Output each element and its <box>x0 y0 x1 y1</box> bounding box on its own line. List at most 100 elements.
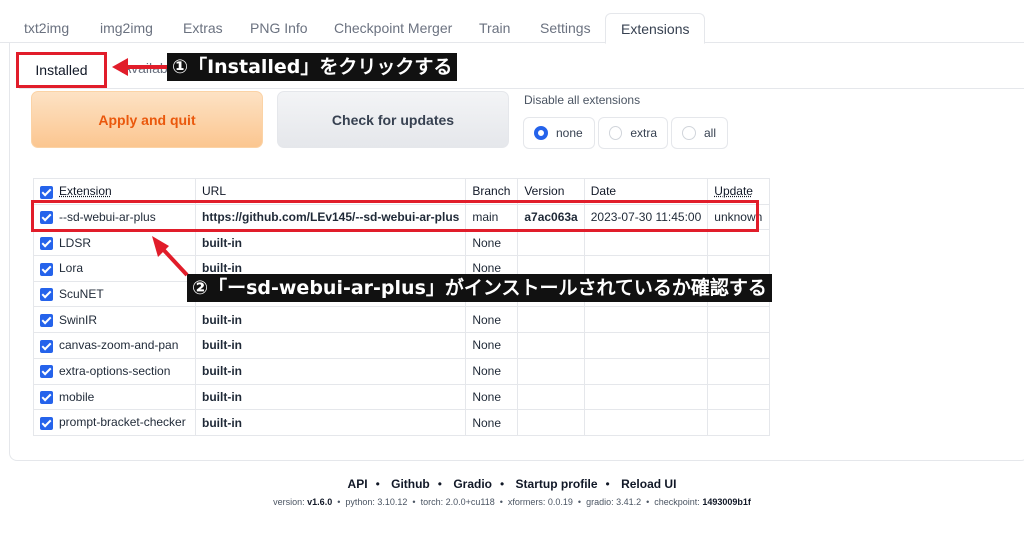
checkbox-checked-icon[interactable] <box>40 339 53 353</box>
radio-all[interactable]: all <box>671 117 728 149</box>
cell-branch: None <box>465 229 519 257</box>
cell-url: built-in <box>194 357 467 385</box>
cell-date <box>583 306 709 334</box>
cell-extension: Lora <box>33 255 196 282</box>
footer-link-reload-ui[interactable]: Reload UI <box>621 477 676 491</box>
footer-version-info: version: v1.6.0 • python: 3.10.12 • torc… <box>273 497 751 507</box>
checkbox-checked-icon[interactable] <box>40 185 53 199</box>
torch-version: torch: 2.0.0+cu118 <box>420 497 495 507</box>
cell-extension: LDSR <box>33 229 196 257</box>
table-row: extra-options-section built-in None <box>33 357 771 385</box>
cell-date <box>583 383 709 411</box>
tab-extensions[interactable]: Extensions <box>605 13 706 44</box>
footer-link-api[interactable]: API <box>348 477 368 491</box>
cell-branch: None <box>465 409 519 436</box>
annotation-step-1: ①「Installed」をクリックする <box>167 53 458 81</box>
tab-installed[interactable]: Installed <box>16 52 107 88</box>
cell-date <box>583 229 709 257</box>
cell-update <box>707 383 771 411</box>
cell-version <box>517 332 585 359</box>
checkbox-checked-icon[interactable] <box>40 288 53 302</box>
table-row: LDSR built-in None <box>33 229 771 257</box>
tab-png-info[interactable]: PNG Info <box>250 20 308 36</box>
header-label: Extension <box>59 184 112 199</box>
cell-version <box>517 357 585 385</box>
extension-name: extra-options-section <box>59 363 171 378</box>
cell-update <box>707 229 771 257</box>
extension-name: SwinIR <box>59 312 98 327</box>
annotation-step-2: ②「ーsd-webui-ar-plus」がインストールされているか確認する <box>187 274 772 302</box>
cell-branch: None <box>465 306 519 334</box>
checkbox-checked-icon[interactable] <box>40 262 53 276</box>
checkbox-checked-icon[interactable] <box>40 236 53 250</box>
tab-txt2img[interactable]: txt2img <box>24 20 69 36</box>
check-for-updates-button[interactable]: Check for updates <box>277 91 509 148</box>
cell-branch: None <box>465 332 519 359</box>
table-row: prompt-bracket-checker built-in None <box>33 409 771 436</box>
cell-url: built-in <box>194 409 467 436</box>
radio-label: extra <box>630 126 657 140</box>
extension-name: prompt-bracket-checker <box>59 415 186 430</box>
tab-train[interactable]: Train <box>479 20 510 36</box>
footer-link-gradio[interactable]: Gradio <box>453 477 492 491</box>
highlight-box <box>31 200 759 232</box>
checkbox-checked-icon[interactable] <box>40 365 53 379</box>
cell-version <box>517 383 585 411</box>
checkbox-checked-icon[interactable] <box>40 313 53 327</box>
cell-update <box>707 332 771 359</box>
cell-extension: mobile <box>33 383 196 411</box>
cell-version <box>517 306 585 334</box>
table-row: SwinIR built-in None <box>33 306 771 334</box>
main-tab-bar: txt2img img2img Extras PNG Info Checkpoi… <box>0 0 1024 44</box>
tab-settings[interactable]: Settings <box>540 20 591 36</box>
checkbox-checked-icon[interactable] <box>40 391 53 404</box>
checkbox-checked-icon[interactable] <box>40 416 53 430</box>
radio-selected-icon <box>534 126 548 140</box>
footer-link-startup-profile[interactable]: Startup profile <box>516 477 598 491</box>
cell-extension: extra-options-section <box>33 357 196 385</box>
extension-name: canvas-zoom-and-pan <box>59 338 179 353</box>
radio-label: none <box>556 126 583 140</box>
radio-label: all <box>704 126 717 140</box>
cell-date <box>583 357 709 385</box>
cell-version <box>517 229 585 257</box>
tab-extras[interactable]: Extras <box>183 20 223 36</box>
xformers-version: xformers: 0.0.19 <box>507 497 573 507</box>
cell-url: built-in <box>194 306 467 334</box>
cell-branch: None <box>465 357 519 385</box>
cell-extension: SwinIR <box>33 306 196 334</box>
cell-extension: prompt-bracket-checker <box>33 409 196 436</box>
tab-available[interactable]: Availabl <box>122 60 171 76</box>
cell-url: built-in <box>194 383 467 411</box>
gradio-version: gradio: 3.41.2 <box>586 497 642 507</box>
checkpoint-value: 1493009b1f <box>702 497 751 507</box>
checkpoint-label: checkpoint: <box>654 497 700 507</box>
apply-and-quit-button[interactable]: Apply and quit <box>31 91 263 148</box>
extension-name: mobile <box>59 389 95 404</box>
radio-extra[interactable]: extra <box>598 117 668 149</box>
cell-update <box>707 357 771 385</box>
radio-none[interactable]: none <box>523 117 595 149</box>
cell-extension: ScuNET <box>33 280 196 308</box>
cell-url: built-in <box>194 332 467 359</box>
version-label: version: <box>273 497 305 507</box>
cell-update <box>707 306 771 334</box>
cell-url: built-in <box>194 229 467 257</box>
cell-date <box>583 409 709 436</box>
disable-extensions-label: Disable all extensions <box>524 93 641 107</box>
extension-name: Lora <box>59 261 84 276</box>
table-row: mobile built-in None <box>33 383 771 411</box>
version-value: v1.6.0 <box>307 497 333 507</box>
cell-version <box>517 409 585 436</box>
radio-empty-icon <box>682 126 696 140</box>
cell-date <box>583 332 709 359</box>
cell-extension: canvas-zoom-and-pan <box>33 332 196 359</box>
radio-empty-icon <box>609 126 623 140</box>
tab-img2img[interactable]: img2img <box>100 20 153 36</box>
extension-name: LDSR <box>59 235 92 250</box>
tab-checkpoint-merger[interactable]: Checkpoint Merger <box>334 20 452 36</box>
cell-branch: None <box>465 383 519 411</box>
footer-link-github[interactable]: Github <box>391 477 430 491</box>
table-row: canvas-zoom-and-pan built-in None <box>33 332 771 359</box>
cell-update <box>707 409 771 436</box>
